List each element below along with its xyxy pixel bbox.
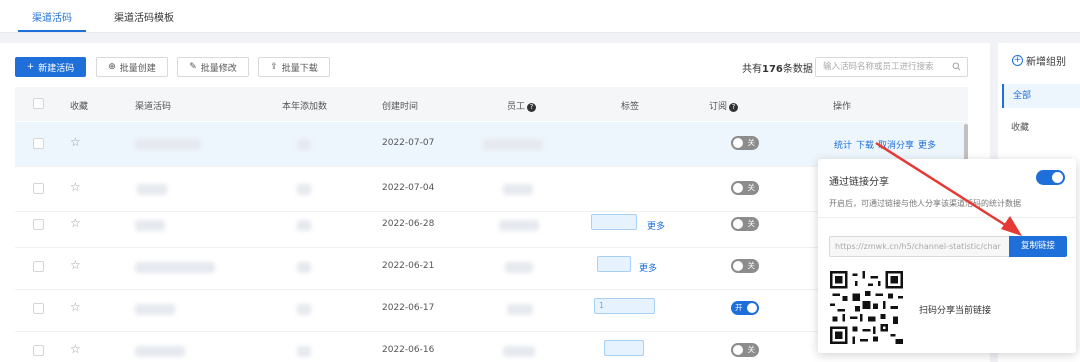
star-icon[interactable]: ☆ [70, 135, 81, 149]
blurred-count [297, 220, 311, 231]
header-subscription: 订阅? [709, 99, 739, 112]
search-input[interactable]: 输入活码名称或员工进行搜索 [815, 57, 968, 77]
header-tags: 标签 [621, 102, 640, 112]
plus-circle-icon: + [1012, 55, 1023, 66]
tag-chip: 1 [594, 298, 655, 314]
tab-channel-code[interactable]: 渠道活码 [18, 9, 86, 32]
more-link[interactable]: 更多 [918, 141, 936, 151]
star-icon[interactable]: ☆ [70, 216, 81, 230]
stats-link[interactable]: 统计 [834, 141, 852, 151]
batch-create-button[interactable]: ⊕ 批量创建 [96, 57, 168, 77]
created-date: 2022-07-07 [382, 138, 435, 148]
divider [818, 217, 1076, 218]
subscription-toggle[interactable]: 开 [731, 301, 759, 315]
blurred-employee [505, 262, 533, 273]
blurred-code-name [135, 304, 175, 315]
blurred-count [297, 304, 311, 315]
download-link[interactable]: 下载 [856, 141, 874, 151]
popover-description: 开启后，可通过链接与他人分享该渠道活码的统计数据 [829, 199, 1021, 208]
copy-link-button[interactable]: 复制链接 [1009, 236, 1067, 257]
star-icon[interactable]: ☆ [70, 300, 81, 314]
group-item-favorites[interactable]: 收藏 [1002, 116, 1080, 140]
share-toggle[interactable] [1036, 170, 1065, 185]
header-channel-code: 渠道活码 [135, 102, 172, 112]
popover-title: 通过链接分享 [829, 177, 889, 188]
pencil-icon: ✎ [189, 62, 197, 72]
top-tab-bar: 渠道活码 渠道活码模板 [0, 0, 1080, 33]
star-icon[interactable]: ☆ [70, 258, 81, 272]
subscription-toggle[interactable]: 关 [731, 259, 759, 273]
subscription-toggle[interactable]: 关 [731, 136, 759, 150]
header-year-added: 本年添加数 [282, 102, 328, 112]
batch-edit-button[interactable]: ✎ 批量修改 [177, 57, 249, 77]
tags-more-link[interactable]: 更多 [647, 219, 665, 232]
table-header: 收藏 渠道活码 本年添加数 创建时间 员工? 标签 订阅? 操作 [15, 87, 968, 121]
blurred-count [297, 139, 311, 150]
plus-icon: + [26, 62, 35, 72]
blurred-code-name [135, 262, 215, 273]
download-icon: ⇪ [270, 62, 278, 72]
blurred-count [297, 184, 311, 195]
total-count-text: 共有176条数据 [742, 64, 813, 75]
blurred-employee [503, 346, 535, 357]
search-icon [952, 62, 961, 71]
row-checkbox[interactable] [33, 219, 44, 230]
row-checkbox[interactable] [33, 303, 44, 314]
qr-code-image [830, 271, 903, 344]
subscription-toggle[interactable]: 关 [731, 217, 759, 231]
subscription-toggle[interactable]: 关 [731, 181, 759, 195]
tag-chip [604, 340, 644, 356]
created-date: 2022-06-28 [382, 219, 435, 229]
tag-chip [597, 256, 631, 272]
header-favorite: 收藏 [70, 102, 89, 112]
created-date: 2022-06-16 [382, 345, 435, 355]
row-checkbox[interactable] [33, 261, 44, 272]
blurred-employee [503, 184, 533, 195]
cancel-share-link[interactable]: 取消分享 [878, 141, 914, 151]
blurred-count [297, 346, 311, 357]
header-employee: 员工? [507, 99, 537, 112]
new-code-button[interactable]: + 新建活码 [15, 57, 86, 77]
table-scrollbar[interactable] [964, 124, 968, 164]
tab-channel-code-template[interactable]: 渠道活码模板 [114, 9, 174, 24]
add-group-button[interactable]: + 新增组别 [1012, 53, 1066, 68]
blurred-code-name [135, 346, 185, 357]
created-date: 2022-06-17 [382, 303, 435, 313]
blurred-code-name [137, 184, 167, 195]
plus-circle-icon: ⊕ [108, 62, 116, 72]
subscription-toggle[interactable]: 关 [731, 343, 759, 357]
header-created-time: 创建时间 [382, 102, 419, 112]
row-checkbox[interactable] [33, 183, 44, 194]
created-date: 2022-07-04 [382, 183, 435, 193]
created-date: 2022-06-21 [382, 261, 435, 271]
row-checkbox[interactable] [33, 138, 44, 149]
batch-download-button[interactable]: ⇪ 批量下载 [258, 57, 330, 77]
share-link-popover: 通过链接分享 开启后，可通过链接与他人分享该渠道活码的统计数据 https://… [818, 159, 1076, 353]
share-link-field[interactable]: https://zmwk.cn/h5/channel-statistic/cha… [829, 236, 1009, 257]
tags-more-link[interactable]: 更多 [639, 261, 657, 274]
row-checkbox[interactable] [33, 345, 44, 356]
star-icon[interactable]: ☆ [70, 342, 81, 356]
blurred-count [297, 262, 311, 273]
help-icon: ? [729, 103, 739, 112]
group-item-all[interactable]: 全部 [1002, 84, 1080, 108]
blurred-code-name [135, 139, 201, 150]
blurred-employee [507, 304, 533, 315]
qr-code-label: 扫码分享当前链接 [919, 306, 992, 316]
blurred-employee [483, 139, 543, 150]
header-actions: 操作 [833, 102, 852, 112]
tag-chip [591, 214, 637, 230]
row-actions: 统计 下载 取消分享 更多 [834, 138, 940, 151]
select-all-checkbox[interactable] [33, 98, 44, 109]
blurred-employee [499, 220, 539, 231]
blurred-code-name [135, 220, 165, 231]
help-icon: ? [527, 103, 537, 112]
star-icon[interactable]: ☆ [70, 180, 81, 194]
